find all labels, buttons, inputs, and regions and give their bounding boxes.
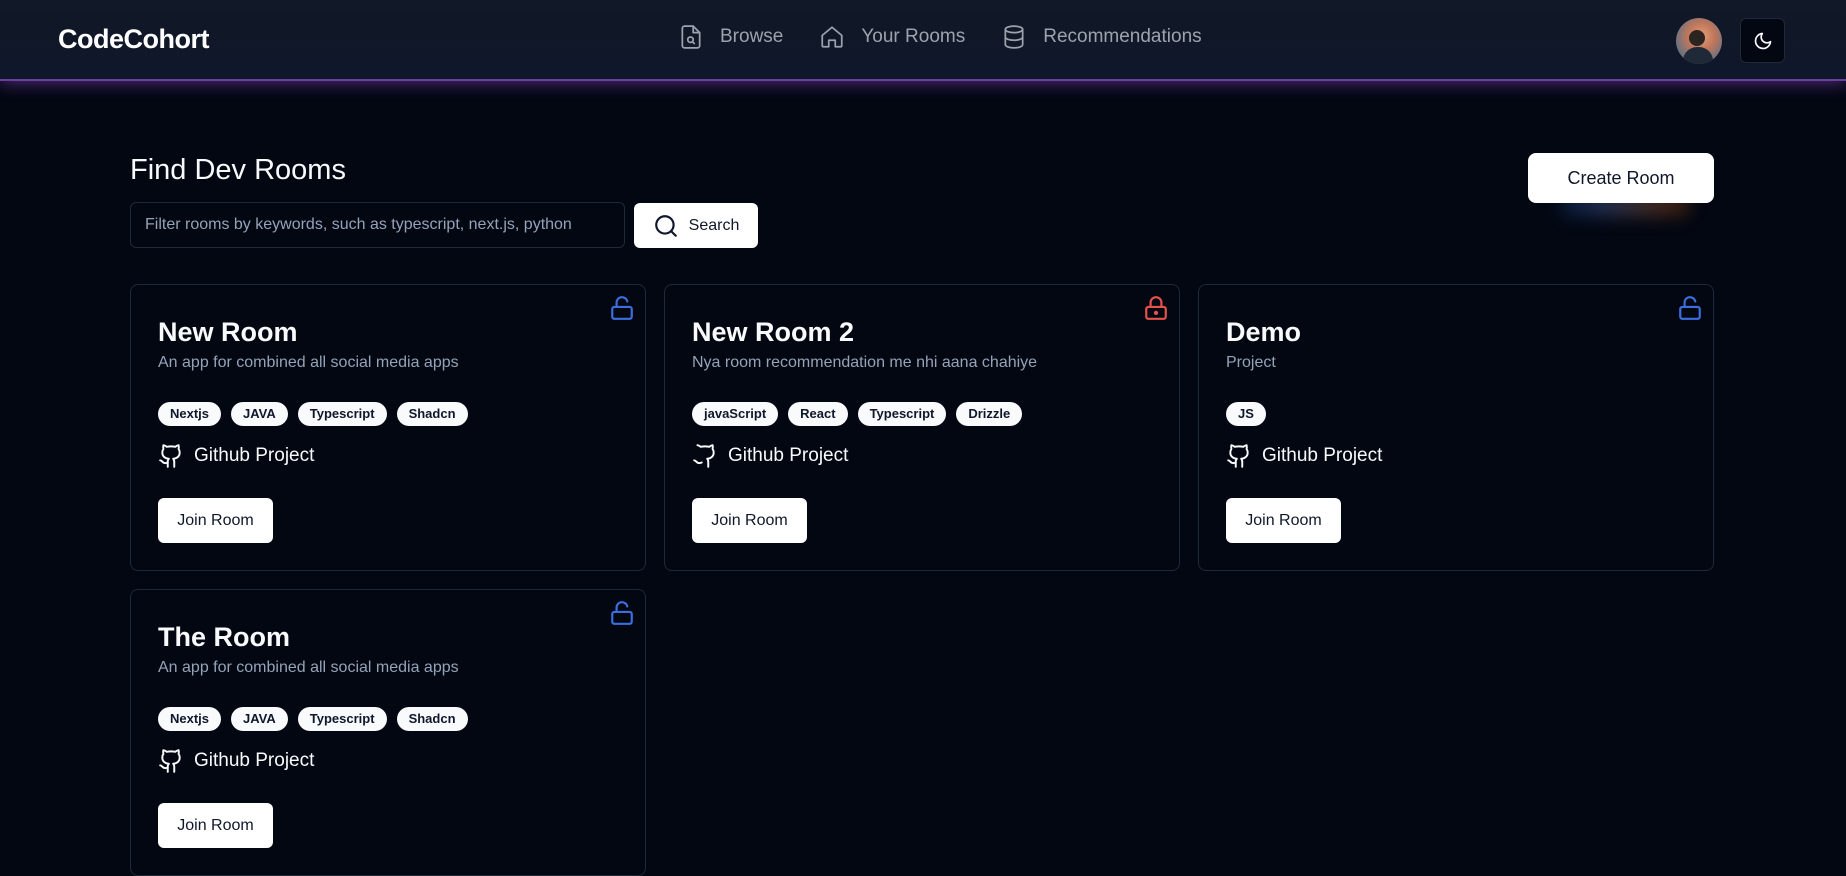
room-description: An app for combined all social media app… (158, 659, 459, 676)
github-icon (1227, 444, 1249, 468)
room-description: An app for combined all social media app… (158, 354, 459, 371)
home-icon (821, 26, 843, 48)
tag-badge[interactable]: JAVA (231, 402, 288, 426)
room-title: Demo (1226, 317, 1302, 347)
tag-badge[interactable]: Shadcn (396, 707, 468, 731)
nav-your-rooms[interactable]: Your Rooms (819, 24, 965, 50)
moon-icon (1754, 32, 1771, 49)
room-description: Project (1226, 354, 1276, 371)
room-description: Nya room recommendation me nhi aana chah… (692, 354, 1038, 371)
room-tags: javaScript React Typescript Drizzle (692, 402, 1032, 426)
tag-badge[interactable]: Typescript (297, 402, 387, 426)
tag-badge[interactable]: Typescript (297, 707, 387, 731)
github-project-link[interactable]: Github Project (158, 443, 314, 469)
room-tags: Nextjs JAVA Typescript Shadcn (158, 707, 478, 731)
page-title: Find Dev Rooms (130, 154, 346, 186)
join-room-button[interactable]: Join Room (158, 803, 273, 848)
github-project-label: Github Project (728, 445, 849, 466)
github-project-link[interactable]: Github Project (158, 748, 314, 774)
file-search-icon (681, 25, 701, 49)
tag-badge[interactable]: Shadcn (396, 402, 468, 426)
tag-badge[interactable]: JAVA (231, 707, 288, 731)
top-navbar: CodeCohort Browse Your Rooms Recommendat… (0, 0, 1846, 81)
tag-badge[interactable]: Drizzle (956, 402, 1023, 426)
room-card: New Room 2 Nya room recommendation me nh… (664, 284, 1180, 571)
github-project-label: Github Project (194, 750, 315, 771)
join-room-button[interactable]: Join Room (1226, 498, 1341, 543)
nav-your-rooms-label: Your Rooms (861, 26, 966, 47)
github-project-label: Github Project (1262, 445, 1383, 466)
unlock-icon (1679, 296, 1701, 320)
avatar-head (1689, 30, 1705, 46)
unlock-icon (611, 601, 633, 625)
nav-browse-label: Browse (720, 26, 784, 47)
database-icon (1004, 25, 1024, 49)
tag-badge[interactable]: Nextjs (158, 402, 222, 426)
nav-recommendations[interactable]: Recommendations (1001, 24, 1202, 50)
github-icon (159, 444, 181, 468)
room-card: New Room An app for combined all social … (130, 284, 646, 571)
lock-icon (1145, 296, 1167, 320)
theme-toggle-button[interactable] (1740, 18, 1785, 63)
avatar-body (1683, 47, 1713, 64)
github-icon (693, 444, 715, 468)
github-project-link[interactable]: Github Project (692, 443, 848, 469)
github-icon (159, 749, 181, 773)
create-room-button[interactable]: Create Room (1528, 153, 1714, 203)
room-tags: Nextjs JAVA Typescript Shadcn (158, 402, 478, 426)
room-title: New Room (158, 317, 298, 347)
nav-browse[interactable]: Browse (678, 24, 783, 50)
search-input[interactable] (130, 202, 625, 248)
room-card: Demo Project JS Github Project Join Room (1198, 284, 1714, 571)
room-title: New Room 2 (692, 317, 855, 347)
avatar[interactable] (1676, 18, 1722, 64)
room-tags: JS (1226, 402, 1276, 426)
tag-badge[interactable]: JS (1226, 402, 1266, 426)
tag-badge[interactable]: React (788, 402, 848, 426)
app-logo[interactable]: CodeCohort (58, 24, 209, 55)
search-button[interactable]: Search (634, 203, 758, 248)
join-room-button[interactable]: Join Room (692, 498, 807, 543)
room-card: The Room An app for combined all social … (130, 589, 646, 876)
join-room-button[interactable]: Join Room (158, 498, 273, 543)
unlock-icon (611, 296, 633, 320)
tag-badge[interactable]: javaScript (692, 402, 779, 426)
tag-badge[interactable]: Nextjs (158, 707, 222, 731)
github-project-label: Github Project (194, 445, 315, 466)
main-nav: Browse Your Rooms Recommendations (678, 24, 1238, 50)
search-button-label: Search (688, 216, 740, 234)
tag-badge[interactable]: Typescript (857, 402, 947, 426)
search-icon (654, 214, 677, 237)
nav-recommendations-label: Recommendations (1043, 26, 1202, 47)
github-project-link[interactable]: Github Project (1226, 443, 1382, 469)
room-title: The Room (158, 622, 290, 652)
